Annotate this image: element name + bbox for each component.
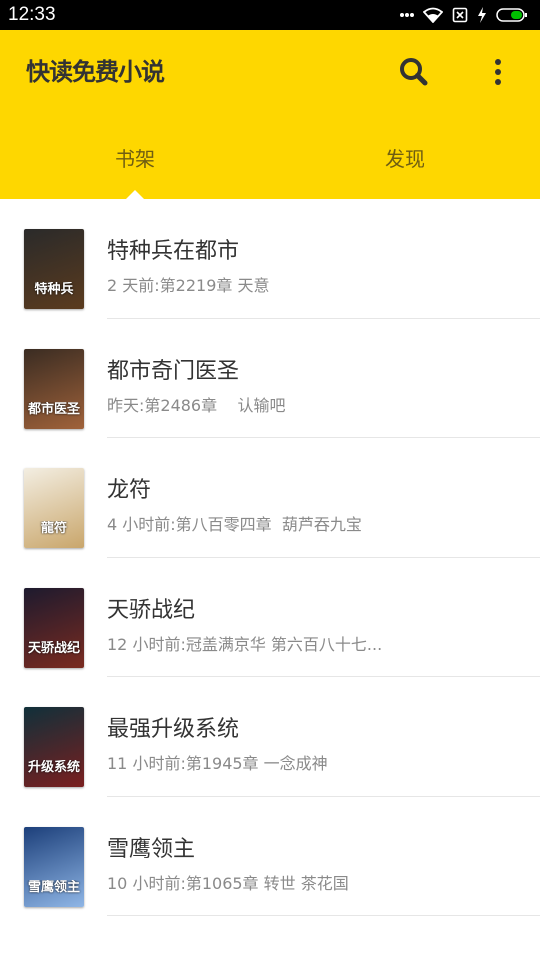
more-vert-icon	[484, 59, 512, 94]
book-title: 雪鹰领主	[107, 836, 196, 862]
book-latest-chapter: 12 小时前:冠盖满京华 第六百八十七...	[107, 634, 383, 654]
book-list: 特种兵 特种兵在都市 2 天前:第2219章 天意 都市医圣 都市奇门医圣 昨天…	[0, 199, 540, 916]
book-item[interactable]: 特种兵 特种兵在都市 2 天前:第2219章 天意	[0, 199, 540, 319]
tab-bar: 书架 发现	[0, 130, 540, 199]
book-cover: 特种兵	[24, 229, 84, 309]
book-latest-chapter: 11 小时前:第1945章 一念成神	[107, 754, 328, 773]
more-dots-icon	[400, 12, 414, 18]
book-latest-chapter: 2 天前:第2219章 天意	[107, 276, 270, 295]
charging-icon	[477, 7, 487, 23]
book-title: 最强升级系统	[107, 717, 240, 742]
search-button[interactable]	[396, 54, 432, 90]
cover-text: 升级系统	[27, 760, 80, 775]
divider	[107, 915, 540, 916]
search-icon	[396, 58, 432, 94]
book-title: 天骄战纪	[107, 597, 196, 623]
book-title: 龙符	[107, 478, 152, 503]
book-title: 都市奇门医圣	[107, 358, 240, 384]
app-title: 快读免费小说	[26, 58, 165, 86]
book-item[interactable]: 升级系统 最强升级系统 11 小时前:第1945章 一念成神	[0, 677, 540, 797]
book-cover: 都市医圣	[24, 348, 84, 429]
tab-bookshelf[interactable]: 书架	[0, 144, 270, 184]
book-cover: 天骄战纪	[24, 587, 84, 668]
book-latest-chapter: 4 小时前:第八百零四章 葫芦吞九宝	[107, 515, 362, 534]
book-cover: 升级系统	[24, 707, 84, 787]
more-options-button[interactable]	[484, 54, 512, 90]
cover-text: 雪鹰领主	[27, 879, 80, 895]
tab-indicator	[126, 190, 144, 199]
book-latest-chapter: 昨天:第2486章 认输吧	[107, 395, 286, 415]
cover-text: 龍符	[40, 521, 67, 536]
book-item[interactable]: 龍符 龙符 4 小时前:第八百零四章 葫芦吞九宝	[0, 438, 540, 558]
book-item[interactable]: 天骄战纪 天骄战纪 12 小时前:冠盖满京华 第六百八十七...	[0, 558, 540, 677]
cover-text: 天骄战纪	[27, 640, 80, 656]
tab-discover[interactable]: 发现	[270, 144, 540, 184]
book-cover: 龍符	[24, 468, 84, 548]
cover-text: 特种兵	[34, 282, 74, 297]
status-time: 12:33	[8, 4, 56, 25]
book-item[interactable]: 都市医圣 都市奇门医圣 昨天:第2486章 认输吧	[0, 319, 540, 438]
app-bar: 快读免费小说 书架 发现	[0, 30, 540, 199]
status-icons	[400, 6, 528, 24]
book-item[interactable]: 雪鹰领主 雪鹰领主 10 小时前:第1065章 转世 茶花国	[0, 797, 540, 916]
book-cover: 雪鹰领主	[24, 826, 84, 907]
sim-off-icon	[452, 7, 468, 23]
battery-icon	[496, 8, 528, 22]
status-bar: 12:33	[0, 0, 540, 30]
book-title: 特种兵在都市	[107, 239, 240, 264]
cover-text: 都市医圣	[27, 401, 80, 417]
book-latest-chapter: 10 小时前:第1065章 转世 茶花国	[107, 873, 349, 893]
wifi-icon	[423, 7, 443, 23]
